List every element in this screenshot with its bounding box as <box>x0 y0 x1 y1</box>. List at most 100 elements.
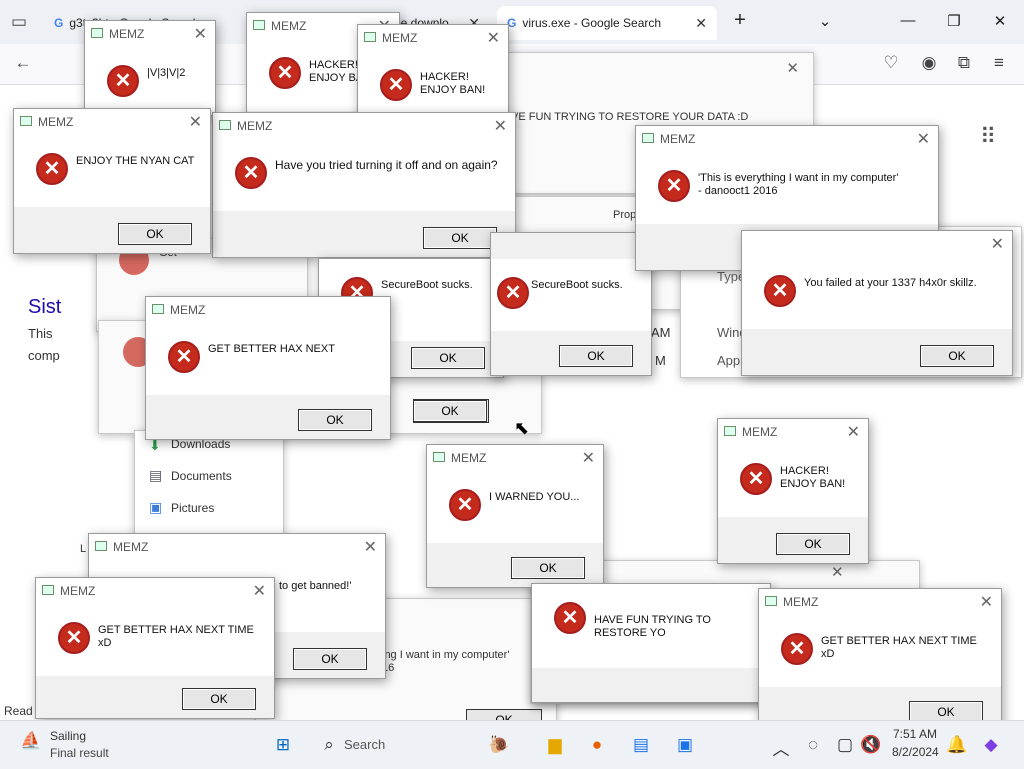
ok-button[interactable]: OK <box>920 345 994 367</box>
close-icon[interactable]: ✕ <box>487 28 500 48</box>
close-icon[interactable]: ✕ <box>364 537 377 557</box>
apps-grid-icon[interactable]: ⠿ <box>980 124 996 150</box>
tab-virus-search[interactable]: G virus.exe - Google Search ✕ <box>497 6 717 40</box>
close-icon[interactable]: ✕ <box>582 448 595 468</box>
tab-label: virus.exe - Google Search <box>522 16 662 30</box>
back-arrow-icon[interactable]: ← <box>12 53 34 73</box>
clock-date[interactable]: 8/2/2024 <box>892 745 939 759</box>
error-x-icon: ✕ <box>36 153 68 185</box>
menu-icon[interactable]: ≡ <box>988 53 1010 73</box>
file-explorer-icon[interactable]: ▆ <box>544 735 566 755</box>
ok-button[interactable]: OK <box>776 533 850 555</box>
memz-dialog: MEMZ ✕ ✕ GET BETTER HAX NEXT TIME xD OK <box>758 588 1002 732</box>
taskbar-search[interactable]: Search <box>344 737 385 752</box>
dialog-message: |V|3|V|2 <box>147 67 186 79</box>
window-icon <box>91 28 103 38</box>
close-icon[interactable]: ✕ <box>991 234 1004 254</box>
clock-time[interactable]: 7:51 AM <box>893 727 937 741</box>
notification-bell-icon[interactable]: 🔔 <box>946 735 968 755</box>
close-icon[interactable]: ✕ <box>847 422 860 442</box>
dialog-title-bar: MEMZ ✕ <box>636 126 938 152</box>
fun-text: VE FUN TRYING TO RESTORE YOUR DATA :D <box>511 111 749 123</box>
ok-button[interactable]: OK <box>118 223 192 245</box>
new-tab-button[interactable]: + <box>730 9 750 32</box>
window-close-icon[interactable]: ✕ <box>990 12 1010 30</box>
ok-button[interactable]: OK <box>559 345 633 367</box>
memz-dialog: MEMZ ✕ ✕ HACKER! ENJOY BAN! <box>357 24 509 120</box>
weather-sailing-icon: ⛵ <box>20 731 42 750</box>
chevron-up-icon[interactable]: ︿ <box>770 735 792 760</box>
memz-dialog: MEMZ ✕ ✕ GET BETTER HAX NEXT TIME xD OK <box>35 577 275 719</box>
ok-button[interactable]: OK <box>413 400 487 422</box>
memz-dialog: MEMZ ✕ GET BETTER HAX NEXT OK <box>145 296 391 440</box>
nav-pictures[interactable]: Pictures <box>171 501 214 515</box>
window-text-2: Appl <box>717 353 744 368</box>
window-icon <box>95 541 107 551</box>
close-icon[interactable]: ✕ <box>194 24 207 44</box>
dialog-message: You failed at your 1337 h4x0r skillz. <box>804 277 977 289</box>
app-window-icon[interactable]: ▣ <box>674 735 696 755</box>
tab-list-button[interactable]: ⌄ <box>815 12 835 30</box>
minimize-icon[interactable]: — <box>898 12 918 29</box>
close-icon[interactable]: ✕ <box>786 59 799 77</box>
dialog-title: MEMZ <box>271 19 307 33</box>
window-icon <box>253 20 265 30</box>
dialog-title: MEMZ <box>783 595 819 609</box>
dialog-title-bar: MEMZ ✕ <box>85 21 215 47</box>
window-icon <box>642 133 654 143</box>
dialog-text-2: ing I want in my computer' 16 <box>382 649 510 674</box>
memz-dialog: MEMZ ✕ ✕ ENJOY THE NYAN CAT OK <box>13 108 211 254</box>
ok-button[interactable]: OK <box>298 409 372 431</box>
maximize-icon[interactable]: ❐ <box>944 12 964 30</box>
close-icon[interactable]: ✕ <box>831 563 844 581</box>
properties-text: Prop <box>613 209 637 221</box>
error-x-icon: ✕ <box>269 57 301 89</box>
dialog-title-bar: MEMZ ✕ <box>14 109 210 135</box>
close-icon[interactable]: ✕ <box>494 116 507 136</box>
firefox-icon[interactable]: ● <box>586 735 608 755</box>
close-icon[interactable]: ✕ <box>980 592 993 612</box>
account-icon[interactable]: ◉ <box>918 53 940 73</box>
result-line-1: This <box>28 326 53 341</box>
result-heading[interactable]: Sist <box>28 296 61 319</box>
ok-button[interactable]: OK <box>423 227 497 249</box>
dialog-message: GET BETTER HAX NEXT TIME xD <box>98 624 254 649</box>
copilot-icon[interactable]: ◆ <box>980 735 1002 755</box>
ok-button[interactable]: OK <box>293 648 367 670</box>
ok-button[interactable]: OK <box>411 347 485 369</box>
close-icon[interactable]: ✕ <box>695 15 707 32</box>
taskbar: ⛵ Sailing Final result ⊞ ⌕ Search 🐌 ▆ ● … <box>0 720 1024 769</box>
search-icon[interactable]: ⌕ <box>318 735 340 755</box>
window-icon <box>724 426 736 436</box>
pocket-icon[interactable]: ♡ <box>880 53 902 73</box>
ok-button[interactable]: OK <box>182 688 256 710</box>
error-x-icon: ✕ <box>380 69 412 101</box>
notepad-icon[interactable]: ▤ <box>630 735 652 755</box>
windows-start-icon[interactable]: ⊞ <box>272 735 294 755</box>
dialog-title-bar: MEMZ ✕ <box>213 113 515 139</box>
close-icon[interactable]: ✕ <box>189 112 202 132</box>
file-explorer-sidebar: Downloads Documents Pictures ▤ ▣ ⬇ <box>134 430 284 542</box>
dialog-title: MEMZ <box>382 31 418 45</box>
dialog-title: MEMZ <box>113 540 149 554</box>
dialog-title-bar: MEMZ ✕ <box>358 25 508 51</box>
google-icon: G <box>54 16 64 30</box>
tab-overview-icon[interactable]: ▭ <box>8 12 30 32</box>
close-icon[interactable]: ✕ <box>917 129 930 149</box>
window-icon <box>433 452 445 462</box>
time-am-2: M <box>655 353 666 368</box>
ok-button[interactable]: OK <box>511 557 585 579</box>
weather-subtitle: Final result <box>50 746 109 760</box>
network-icon[interactable]: ◌ <box>802 735 824 755</box>
nav-documents[interactable]: Documents <box>171 469 232 483</box>
mute-icon[interactable]: 🔇 <box>860 735 882 755</box>
error-x-icon: ✕ <box>235 157 267 189</box>
camera-icon[interactable]: ▢ <box>834 735 856 755</box>
weather-title[interactable]: Sailing <box>50 729 86 743</box>
close-icon[interactable]: ✕ <box>253 581 266 601</box>
extensions-icon[interactable]: ⧉ <box>953 53 975 73</box>
dialog-title-bar: MEMZ <box>146 297 390 323</box>
memz-dialog: MEMZ ✕ ✕ Have you tried turning it off and… <box>212 112 516 258</box>
snail-icon: 🐌 <box>488 735 510 754</box>
dialog-title-bar: MEMZ ✕ <box>718 419 868 445</box>
